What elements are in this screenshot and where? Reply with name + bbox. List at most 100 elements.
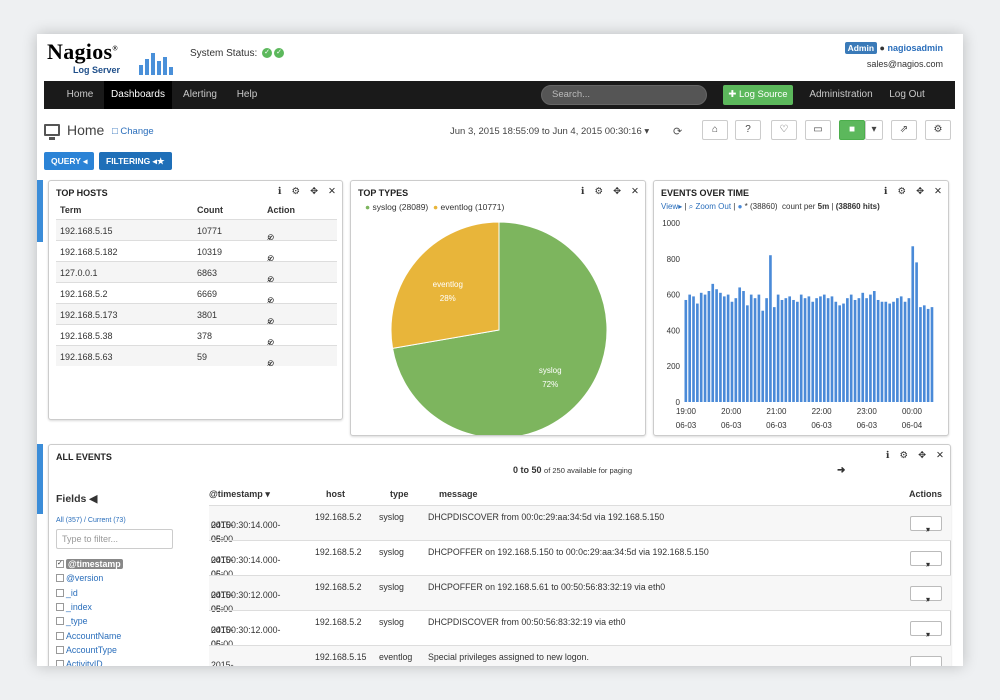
field-checkbox[interactable] [56, 588, 64, 597]
filtering-button[interactable]: FILTERING ◂★ [99, 152, 172, 170]
histogram-bar[interactable] [865, 298, 868, 402]
histogram-bar[interactable] [769, 255, 772, 402]
histogram-bar[interactable] [903, 301, 907, 402]
field-checkbox[interactable] [56, 631, 64, 640]
field-item[interactable]: _type [66, 616, 88, 626]
histogram-bar[interactable] [861, 292, 865, 402]
move-icon[interactable]: ✥ [310, 186, 318, 197]
histogram-bar[interactable] [869, 294, 872, 402]
view-link[interactable]: View▸ [661, 202, 682, 211]
histogram-bar[interactable] [799, 294, 803, 402]
query-button[interactable]: QUERY ◂ [44, 152, 95, 170]
histogram-bar[interactable] [722, 296, 726, 402]
info-icon[interactable]: ℹ [581, 186, 585, 197]
field-checkbox[interactable] [56, 574, 64, 583]
column-header-timestamp[interactable]: @timestamp ▾ [209, 489, 270, 500]
field-item[interactable]: @timestamp [66, 559, 123, 569]
histogram-bar[interactable] [876, 299, 880, 402]
row-actions-button[interactable]: ⌕ ▾ [910, 551, 942, 569]
histogram-bar[interactable] [834, 301, 838, 402]
histogram-bar[interactable] [922, 305, 926, 402]
histogram-bar[interactable] [699, 292, 703, 402]
histogram-bar[interactable] [822, 294, 826, 402]
field-item[interactable]: ActivityID [66, 659, 103, 666]
zoom-out-link[interactable]: ⌕ Zoom Out [689, 202, 731, 211]
save-button[interactable]: ■ [839, 120, 865, 140]
row-actions-button[interactable]: ⌕ ▾ [910, 516, 942, 534]
histogram-bar[interactable] [746, 305, 749, 402]
alert-button[interactable]: ♡ [771, 120, 797, 140]
share-button[interactable]: ⇗ [891, 120, 917, 140]
gear-icon[interactable]: ⚙ [900, 450, 909, 461]
histogram-bar[interactable] [742, 291, 745, 402]
histogram-bar[interactable] [703, 294, 707, 402]
next-page-icon[interactable]: ➜ [837, 465, 845, 476]
row-actions-button[interactable]: ⌕ ▾ [910, 656, 942, 666]
histogram-bar[interactable] [738, 287, 741, 402]
histogram-bar[interactable] [772, 307, 776, 402]
histogram-bar[interactable] [730, 301, 734, 402]
histogram-bar[interactable] [780, 299, 784, 402]
row-actions-button[interactable]: ⌕ ▾ [910, 586, 942, 604]
table-row[interactable]: 2015-06- 04T00:30:12.000-05:00 192.168.5.2… [209, 575, 951, 614]
status-ok-icon[interactable]: ✓ [274, 48, 285, 59]
info-icon[interactable]: ℹ [884, 186, 888, 197]
nav-help[interactable]: Help [228, 81, 266, 109]
histogram-bar[interactable] [792, 299, 795, 402]
histogram-bar[interactable] [692, 296, 695, 402]
nav-home[interactable]: Home [56, 81, 104, 109]
status-ok-icon[interactable]: ✓ [262, 48, 273, 59]
field-item[interactable]: AccountName [66, 631, 121, 641]
field-checkbox[interactable] [56, 660, 64, 666]
histogram-bar[interactable] [711, 283, 715, 402]
field-item[interactable]: @version [66, 573, 103, 583]
histogram-bar[interactable] [726, 294, 730, 402]
gear-icon[interactable]: ⚙ [595, 186, 604, 197]
histogram-bar[interactable] [930, 307, 934, 402]
fields-header[interactable]: Fields ◀ [56, 493, 97, 505]
row-collapse-marker[interactable] [37, 444, 43, 514]
histogram-bar[interactable] [715, 289, 718, 402]
histogram-bar[interactable] [880, 301, 884, 402]
fields-current-link[interactable]: Current (73) [88, 517, 126, 524]
histogram-bar[interactable] [684, 299, 688, 402]
timerange-picker[interactable]: Jun 3, 2015 18:55:09 to Jun 4, 2015 00:3… [450, 126, 649, 137]
field-checkbox[interactable] [56, 645, 64, 654]
histogram-bar[interactable] [899, 296, 903, 402]
histogram-bar[interactable] [872, 291, 876, 402]
histogram-bar[interactable] [788, 296, 791, 402]
histogram-bar[interactable] [915, 262, 918, 402]
histogram-bar[interactable] [765, 298, 768, 402]
histogram-bar[interactable] [734, 298, 738, 402]
histogram-bar[interactable] [749, 294, 753, 402]
nav-logout[interactable]: Log Out [884, 81, 930, 109]
info-icon[interactable]: ℹ [278, 186, 282, 197]
histogram-bar[interactable] [811, 301, 815, 402]
histogram-bar[interactable] [819, 296, 822, 402]
close-icon[interactable]: ✕ [936, 450, 944, 461]
histogram-bar[interactable] [830, 296, 834, 402]
column-header-host[interactable]: host [326, 489, 345, 499]
info-icon[interactable]: ℹ [886, 450, 890, 461]
table-row[interactable]: 2015-06- 04T00:30:14.000-05:00 192.168.5.2… [209, 505, 951, 544]
histogram-bar[interactable] [907, 298, 911, 402]
nav-alerting[interactable]: Alerting [172, 81, 228, 109]
histogram-bar[interactable] [803, 298, 807, 402]
move-icon[interactable]: ✥ [613, 186, 621, 197]
histogram-bar[interactable] [911, 246, 915, 402]
histogram-bar[interactable] [784, 298, 788, 402]
histogram-bar[interactable] [842, 303, 845, 402]
histogram-bar[interactable] [884, 301, 888, 402]
help-button[interactable]: ? [735, 120, 761, 140]
histogram-bar[interactable] [849, 294, 853, 402]
change-dashboard-link[interactable]: □ Change [112, 126, 154, 137]
log-source-button[interactable]: ✚ Log Source [723, 85, 793, 105]
nagios-logo[interactable]: Nagios® Log Server [47, 39, 187, 79]
field-checkbox[interactable] [56, 602, 64, 611]
histogram-bar[interactable] [838, 305, 841, 402]
histogram-bar[interactable] [776, 294, 780, 402]
histogram-bar[interactable] [857, 298, 861, 402]
field-item[interactable]: _index [66, 602, 92, 612]
close-icon[interactable]: ✕ [631, 186, 639, 197]
move-icon[interactable]: ✥ [916, 186, 924, 197]
